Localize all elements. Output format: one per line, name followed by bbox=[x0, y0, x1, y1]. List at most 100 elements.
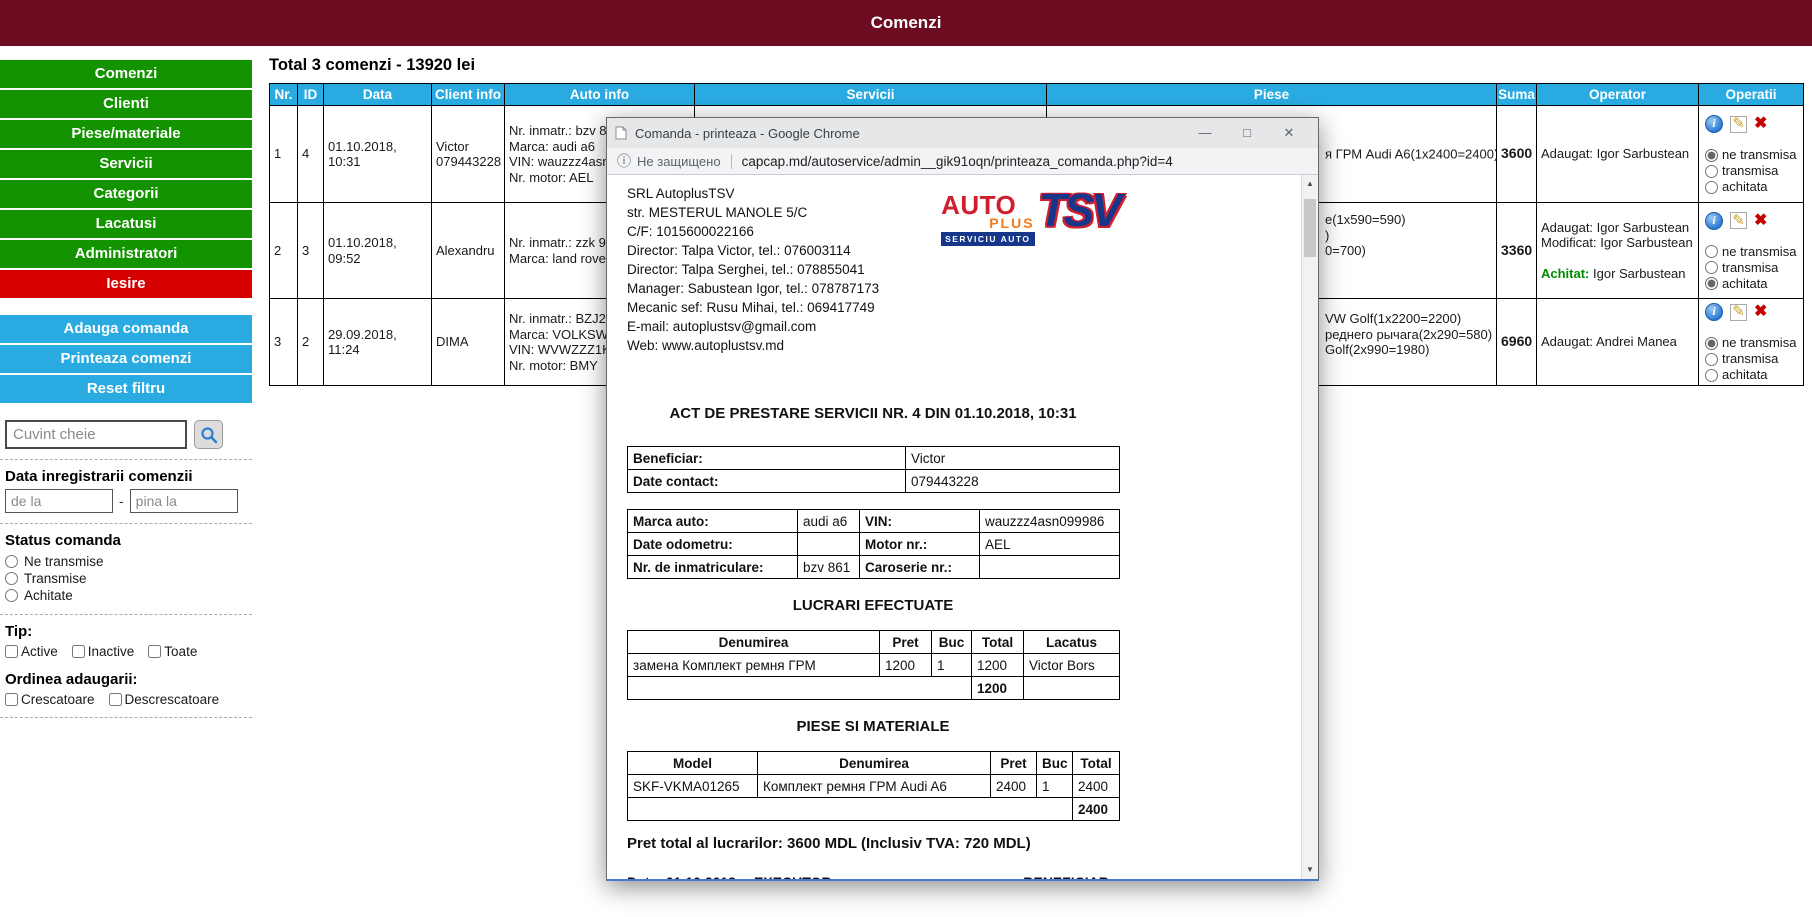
cell-suma: 3600 bbox=[1497, 106, 1537, 203]
type-filter-label: Tip: bbox=[5, 623, 252, 640]
type-checkbox[interactable] bbox=[72, 645, 85, 658]
row-status-achitata[interactable]: achitata bbox=[1705, 179, 1803, 195]
divider bbox=[0, 717, 252, 718]
popup-scrollbar[interactable]: ▲ ▼ bbox=[1301, 175, 1318, 879]
status-option-achitate[interactable]: Achitate bbox=[5, 587, 252, 604]
status-radio[interactable] bbox=[5, 555, 18, 568]
header-cell: Denumirea bbox=[628, 631, 880, 654]
close-icon[interactable]: ✕ bbox=[1268, 118, 1310, 148]
row-status-achitata[interactable]: achitata bbox=[1705, 276, 1803, 292]
header-cell: Pret bbox=[880, 631, 932, 654]
col-operatii: Operatii bbox=[1699, 84, 1804, 106]
value-cell: AEL bbox=[980, 533, 1120, 556]
type-option-inactive[interactable]: Inactive bbox=[72, 644, 135, 659]
col-data: Data bbox=[324, 84, 432, 106]
info-icon[interactable]: i bbox=[1705, 303, 1723, 321]
edit-icon[interactable]: ✎ bbox=[1730, 304, 1747, 321]
row-status-radio[interactable] bbox=[1705, 261, 1718, 274]
info-icon[interactable]: i bbox=[1705, 115, 1723, 133]
type-checkbox[interactable] bbox=[5, 645, 18, 658]
minimize-icon[interactable]: — bbox=[1184, 118, 1226, 148]
row-status-radio[interactable] bbox=[1705, 337, 1718, 350]
info-icon[interactable]: i bbox=[1705, 212, 1723, 230]
header-cell: Buc bbox=[1037, 752, 1073, 775]
divider bbox=[731, 154, 732, 169]
popup-address-bar[interactable]: ⓘ Не защищено capcap.md/autoservice/admi… bbox=[607, 148, 1318, 175]
document-footer: Data: 01.10.2018 EXECUTOR ______________… bbox=[627, 874, 1119, 879]
date-from-input[interactable] bbox=[5, 489, 113, 513]
row-status-radio[interactable] bbox=[1705, 353, 1718, 366]
url-text[interactable]: capcap.md/autoservice/admin__gik91oqn/pr… bbox=[742, 154, 1173, 169]
print-orders-button[interactable]: Printeaza comenzi bbox=[0, 345, 252, 373]
order-checkbox[interactable] bbox=[109, 693, 122, 706]
status-option-transmise[interactable]: Transmise bbox=[5, 570, 252, 587]
sidebar-item-categorii[interactable]: Categorii bbox=[0, 180, 252, 208]
delete-icon[interactable]: ✖ bbox=[1754, 116, 1767, 132]
date-separator: - bbox=[119, 493, 124, 509]
empty-cell bbox=[628, 677, 972, 700]
row-status-radio[interactable] bbox=[1705, 277, 1718, 290]
label-cell: Beneficiar: bbox=[628, 447, 906, 470]
label-cell: VIN: bbox=[860, 510, 980, 533]
value-cell bbox=[980, 556, 1120, 579]
status-radio[interactable] bbox=[5, 589, 18, 602]
row-status-radio[interactable] bbox=[1705, 181, 1718, 194]
status-filter-label: Status comanda bbox=[5, 532, 252, 549]
scroll-down-icon[interactable]: ▼ bbox=[1302, 862, 1318, 878]
row-status-achitata[interactable]: achitata bbox=[1705, 367, 1803, 383]
row-status-transmisa[interactable]: transmisa bbox=[1705, 163, 1803, 179]
cell-operatii: i ✎ ✖ ne transmisa transmisa ach bbox=[1699, 106, 1804, 203]
row-status-radio[interactable] bbox=[1705, 149, 1718, 162]
row-status-radio[interactable] bbox=[1705, 245, 1718, 258]
col-auto-info: Auto info bbox=[505, 84, 695, 106]
row-status-radio[interactable] bbox=[1705, 165, 1718, 178]
edit-icon[interactable]: ✎ bbox=[1730, 212, 1747, 229]
maximize-icon[interactable]: □ bbox=[1226, 118, 1268, 148]
value-cell: bzv 861 bbox=[798, 556, 860, 579]
cell-id: 3 bbox=[298, 203, 324, 299]
popup-title-bar[interactable]: Comanda - printeaza - Google Chrome — □ … bbox=[607, 118, 1318, 148]
delete-icon[interactable]: ✖ bbox=[1754, 213, 1767, 229]
value-cell: SKF-VKMA01265 bbox=[628, 775, 758, 798]
status-option-ne-transmise[interactable]: Ne transmise bbox=[5, 553, 252, 570]
search-input[interactable] bbox=[5, 420, 187, 449]
beneficiar-signature-line: ____________________ bbox=[1127, 874, 1283, 879]
sidebar-item-piese-materiale[interactable]: Piese/materiale bbox=[0, 120, 252, 148]
delete-icon[interactable]: ✖ bbox=[1754, 304, 1767, 320]
sidebar-item-clienti[interactable]: Clienti bbox=[0, 90, 252, 118]
col-id: ID bbox=[298, 84, 324, 106]
piese-table: Model Denumirea Pret Buc Total SKF-VKMA0… bbox=[627, 751, 1120, 821]
sidebar: Comenzi Clienti Piese/materiale Servicii… bbox=[0, 60, 252, 726]
status-radio[interactable] bbox=[5, 572, 18, 585]
order-option-descrescatoare[interactable]: Descrescatoare bbox=[109, 692, 220, 707]
reset-filter-button[interactable]: Reset filtru bbox=[0, 375, 252, 403]
cell-operatii: i ✎ ✖ ne transmisa transmisa ach bbox=[1699, 299, 1804, 386]
add-order-button[interactable]: Adauga comanda bbox=[0, 315, 252, 343]
order-option-crescatoare[interactable]: Crescatoare bbox=[5, 692, 95, 707]
type-option-toate[interactable]: Toate bbox=[148, 644, 197, 659]
search-button[interactable] bbox=[194, 420, 223, 449]
scrollbar-thumb[interactable] bbox=[1304, 199, 1316, 257]
row-status-transmisa[interactable]: transmisa bbox=[1705, 351, 1803, 367]
row-status-transmisa[interactable]: transmisa bbox=[1705, 260, 1803, 276]
edit-icon[interactable]: ✎ bbox=[1730, 116, 1747, 133]
order-checkbox[interactable] bbox=[5, 693, 18, 706]
date-filter-label: Data inregistrarii comenzii bbox=[5, 468, 252, 485]
row-status-ne-transmisa[interactable]: ne transmisa bbox=[1705, 147, 1803, 163]
not-secure-icon[interactable]: ⓘ bbox=[617, 151, 631, 171]
row-status-radio[interactable] bbox=[1705, 369, 1718, 382]
row-status-ne-transmisa[interactable]: ne transmisa bbox=[1705, 335, 1803, 351]
value-cell bbox=[798, 533, 860, 556]
divider bbox=[0, 614, 252, 615]
sidebar-item-lacatusi[interactable]: Lacatusi bbox=[0, 210, 252, 238]
scroll-up-icon[interactable]: ▲ bbox=[1302, 176, 1318, 192]
sidebar-item-servicii[interactable]: Servicii bbox=[0, 150, 252, 178]
sidebar-item-comenzi[interactable]: Comenzi bbox=[0, 60, 252, 88]
sidebar-item-administratori[interactable]: Administratori bbox=[0, 240, 252, 268]
row-status-ne-transmisa[interactable]: ne transmisa bbox=[1705, 244, 1803, 260]
sidebar-item-iesire[interactable]: Iesire bbox=[0, 270, 252, 298]
type-checkbox[interactable] bbox=[148, 645, 161, 658]
label-cell: Caroserie nr.: bbox=[860, 556, 980, 579]
date-to-input[interactable] bbox=[130, 489, 238, 513]
type-option-active[interactable]: Active bbox=[5, 644, 58, 659]
